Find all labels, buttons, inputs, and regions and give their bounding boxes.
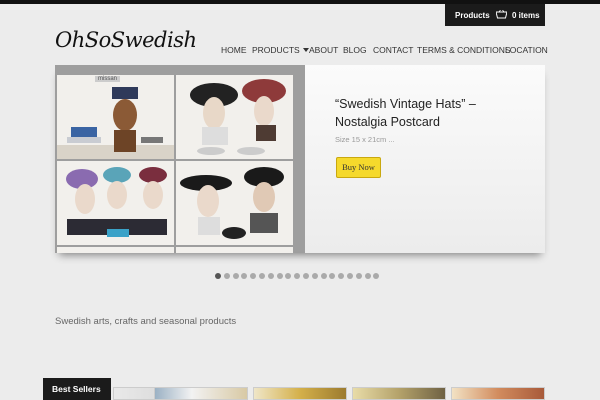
slider-dot[interactable]	[250, 273, 257, 279]
slider-dot[interactable]	[338, 273, 345, 279]
slider-dot[interactable]	[329, 273, 336, 279]
slider-dot[interactable]	[303, 273, 309, 279]
basket-icon[interactable]	[496, 10, 507, 19]
nav-products-label: PRODUCTS	[252, 45, 300, 55]
nav-blog[interactable]: BLOG	[343, 45, 367, 55]
best-seller-item[interactable]	[451, 387, 545, 400]
slider-dot[interactable]	[259, 273, 265, 279]
cart-products-link[interactable]: Products	[455, 11, 490, 20]
slider-dot[interactable]	[311, 273, 318, 279]
site-tagline: Swedish arts, crafts and seasonal produc…	[55, 316, 237, 327]
nav-contact[interactable]: CONTACT	[373, 45, 413, 55]
best-seller-item[interactable]	[253, 387, 347, 400]
featured-slider[interactable]: missan “Swedish Vintage Hats” – Nostalgi…	[55, 65, 545, 253]
slider-dot[interactable]	[241, 273, 248, 279]
buy-now-button[interactable]: Buy Now	[336, 157, 381, 178]
photo-tile-hats-1: missan	[57, 75, 174, 159]
best-seller-item[interactable]	[154, 387, 248, 400]
cart-item-count[interactable]: 0 items	[512, 11, 540, 20]
slider-dot[interactable]	[373, 273, 380, 279]
chevron-down-icon	[302, 48, 309, 52]
slide-size: Size 15 x 21cm ...	[335, 135, 395, 144]
photo-tile-hats-6	[176, 247, 293, 253]
slider-dot[interactable]	[223, 273, 230, 279]
slider-dot[interactable]	[276, 273, 283, 279]
photo-tile-hats-5	[57, 247, 174, 253]
slider-dot[interactable]	[355, 273, 362, 279]
nav-home[interactable]: HOME	[221, 45, 247, 55]
slider-dot[interactable]	[232, 273, 239, 279]
slider-dot[interactable]	[294, 273, 301, 279]
slider-dot[interactable]	[364, 273, 371, 279]
slide-photo[interactable]: missan	[55, 65, 305, 253]
slider-dot[interactable]	[215, 273, 221, 279]
slider-dot[interactable]	[267, 273, 274, 279]
nav-products[interactable]: PRODUCTS	[252, 45, 309, 55]
photo-tile-hats-4	[176, 161, 293, 245]
slider-dot[interactable]	[320, 273, 327, 279]
cart-bar[interactable]: Products 0 items	[445, 4, 545, 26]
slide-title[interactable]: “Swedish Vintage Hats” – Nostalgia Postc…	[335, 95, 525, 131]
slider-dot[interactable]	[347, 273, 353, 279]
photo-tile-hats-2	[176, 75, 293, 159]
nav-about[interactable]: ABOUT	[309, 45, 338, 55]
photo-tile-hats-3	[57, 161, 174, 245]
nav-terms[interactable]: TERMS & CONDITIONS	[417, 45, 511, 55]
site-logo[interactable]: OhSoSwedish	[55, 28, 197, 52]
best-sellers-heading: Best Sellers	[43, 378, 111, 400]
best-seller-item[interactable]	[352, 387, 446, 400]
slider-dot[interactable]	[285, 273, 292, 279]
photo-stamp: missan	[95, 76, 121, 82]
nav-location[interactable]: LOCATION	[505, 45, 548, 55]
